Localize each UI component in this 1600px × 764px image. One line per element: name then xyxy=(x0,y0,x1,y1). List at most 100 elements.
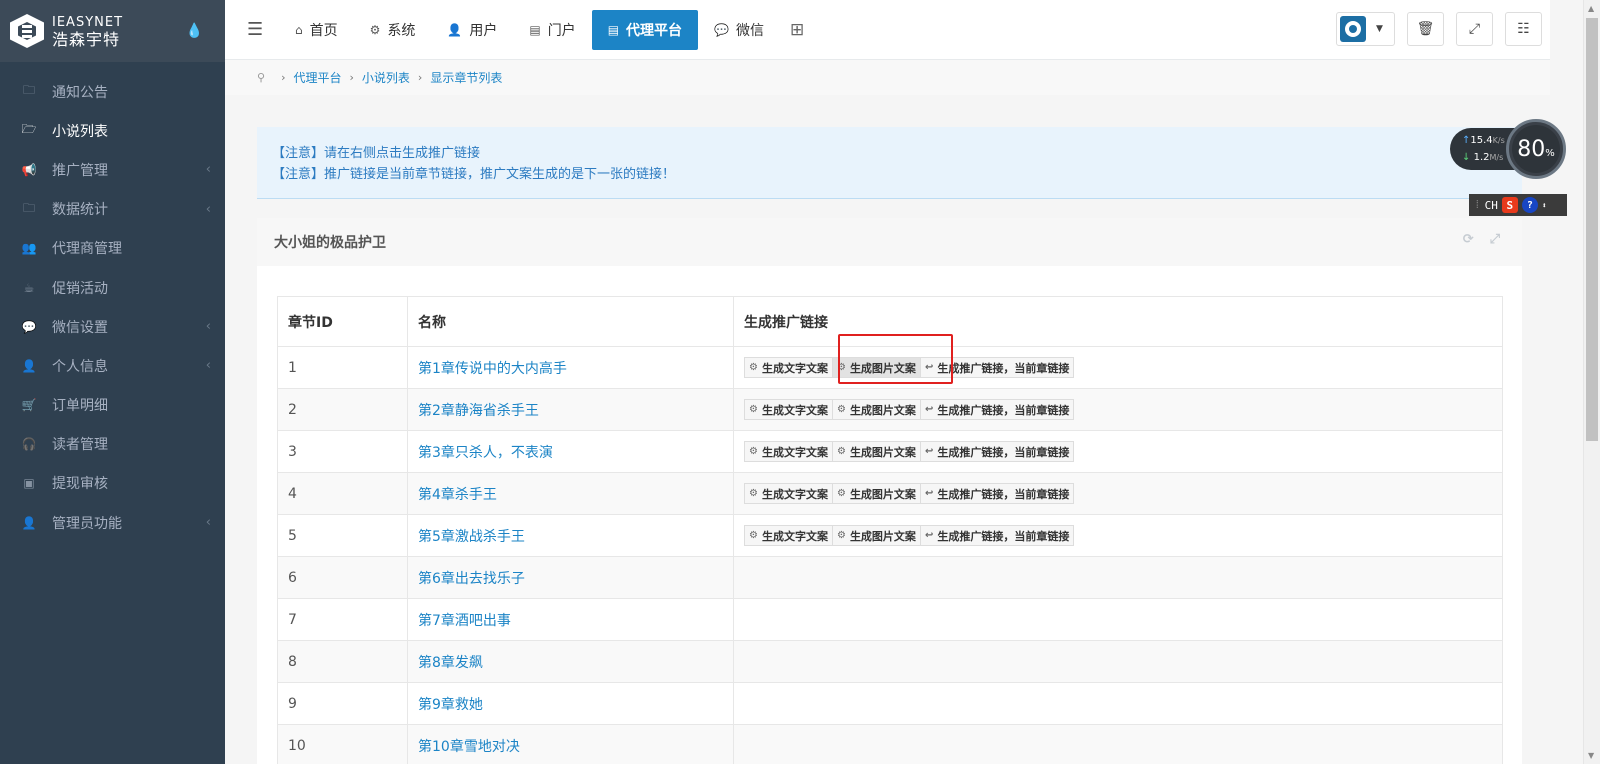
generate-promo-link-button[interactable]: ↩ 生成推广链接，当前章链接 xyxy=(919,525,1075,546)
expand-icon: ⤢ xyxy=(1468,21,1481,37)
chapter-name-link[interactable]: 第8章发飙 xyxy=(418,655,483,671)
tab-0[interactable]: ⌂ 首页 xyxy=(279,10,354,50)
tab-label: 代理平台 xyxy=(626,22,683,39)
folder-icon: 🗀 xyxy=(22,200,35,215)
clear-cache-button[interactable]: 🗑 xyxy=(1407,12,1444,46)
sidebar-item-4[interactable]: 👥 代理商管理 xyxy=(0,229,225,268)
sidebar-item-8[interactable]: 🛒 订单明细 xyxy=(0,386,225,425)
sidebar-item-6[interactable]: 💬 微信设置 ‹ xyxy=(0,307,225,346)
avatar xyxy=(1340,16,1366,42)
chapter-id: 7 xyxy=(277,598,408,641)
generate-promo-link-button[interactable]: ↩ 生成推广链接，当前章链接 xyxy=(919,483,1075,504)
cogs-icon: ⚙ xyxy=(836,488,846,499)
chapter-name-link[interactable]: 第1章传说中的大内高手 xyxy=(418,361,567,377)
sidebar-item-7[interactable]: 👤 个人信息 ‹ xyxy=(0,346,225,385)
sidebar-item-3[interactable]: 🗀 数据统计 ‹ xyxy=(0,190,225,229)
generate-text-copy-button[interactable]: ⚙ 生成文字文案 xyxy=(744,525,833,546)
sidebar-item-0[interactable]: 🗀 通知公告 xyxy=(0,72,225,111)
ime-arrows-icon[interactable]: ⬍ xyxy=(1542,201,1547,210)
generate-image-copy-button[interactable]: ⚙ 生成图片文案 xyxy=(831,441,921,462)
chapter-name-link[interactable]: 第7章酒吧出事 xyxy=(418,613,511,629)
sidebar-nav: 🗀 通知公告 🗁 小说列表 📢 推广管理 ‹ 🗀 数据统计 ‹ 👥 代理商管理 ☕ 促销活动 💬 微信设置 ‹ 👤… xyxy=(0,62,225,542)
gauge-percent-unit: % xyxy=(1545,147,1555,159)
upload-speed: 15.4 xyxy=(1470,135,1493,146)
table-row: 1 第1章传说中的大内高手 ⚙ 生成文字文案 ⚙ 生成图片文案 ↩ 生成推广链接，当前章链接 xyxy=(277,346,1503,389)
chapter-name-link[interactable]: 第10章雪地对决 xyxy=(418,739,520,755)
chapter-name-link[interactable]: 第6章出去找乐子 xyxy=(418,571,525,587)
generate-promo-link-button[interactable]: ↩ 生成推广链接，当前章链接 xyxy=(919,441,1075,462)
chapter-name-link[interactable]: 第2章静海省杀手王 xyxy=(418,403,539,419)
cart-icon: 🛒 xyxy=(21,398,37,413)
sidebar-item-11[interactable]: 👤 管理员功能 ‹ xyxy=(0,503,225,542)
generate-promo-link-button[interactable]: ↩ 生成推广链接，当前章链接 xyxy=(919,399,1075,420)
users-icon: 👥 xyxy=(21,241,37,256)
refresh-icon[interactable]: ⟳ xyxy=(1463,232,1474,247)
scroll-thumb[interactable] xyxy=(1586,18,1598,441)
breadcrumb-item-1[interactable]: 小说列表 xyxy=(362,69,410,86)
generate-text-copy-button[interactable]: ⚙ 生成文字文案 xyxy=(744,399,833,420)
cogs-icon: ⚙ xyxy=(749,404,758,415)
sidebar-item-10[interactable]: ▣ 提现审核 xyxy=(0,464,225,503)
tab-4[interactable]: ▤ 代理平台 xyxy=(591,9,699,50)
settings-panel-button[interactable]: ☷ xyxy=(1505,12,1542,46)
headphones-icon: 🎧 xyxy=(21,437,37,452)
chapter-name-link[interactable]: 第9章救她 xyxy=(418,697,483,713)
sogou-icon[interactable]: S xyxy=(1501,197,1518,213)
chapter-name-link[interactable]: 第3章只杀人，不表演 xyxy=(418,445,553,461)
chapter-table: 章节ID 名称 生成推广链接 1 第1章传说中的大内高手 ⚙ 生成文字文案 ⚙ 生成图片文… xyxy=(277,296,1503,764)
generate-promo-link-button[interactable]: ↩ 生成推广链接，当前章链接 xyxy=(919,357,1075,378)
scroll-down-icon[interactable]: ▼ xyxy=(1588,751,1594,760)
help-icon[interactable]: ? xyxy=(1521,197,1538,213)
chapter-id: 1 xyxy=(277,346,408,389)
sidebar-item-5[interactable]: ☕ 促销活动 xyxy=(0,268,225,307)
user-icon: 👤 xyxy=(21,358,37,373)
generate-text-copy-button[interactable]: ⚙ 生成文字文案 xyxy=(744,483,833,504)
theme-drop-icon[interactable]: 💧 xyxy=(186,23,203,39)
ime-lang[interactable]: CH xyxy=(1485,199,1498,212)
logo[interactable]: IEASYNET 浩森宇特 💧 xyxy=(0,0,225,62)
scroll-up-icon[interactable]: ▲ xyxy=(1588,4,1594,13)
maximize-icon[interactable]: ⤢ xyxy=(1490,232,1500,247)
apps-grid-icon[interactable]: ⊞ xyxy=(780,10,814,50)
tab-1[interactable]: ⚙ 系统 xyxy=(354,10,432,50)
sidebar-item-1[interactable]: 🗁 小说列表 xyxy=(0,111,225,150)
generate-text-copy-button[interactable]: ⚙ 生成文字文案 xyxy=(744,441,833,462)
column-header-name: 名称 xyxy=(407,296,734,347)
alert-line-1: 【注意】请在右侧点击生成推广链接 xyxy=(272,146,481,161)
top-tabs: ⌂ 首页 ⚙ 系统 👤 用户 ▤ 门户 ▤ 代理平台 💬 微信 xyxy=(279,9,780,50)
ime-handle-icon: ⁞ xyxy=(1474,198,1481,211)
gear-icon: ⚙ xyxy=(369,22,381,37)
generate-text-copy-button[interactable]: ⚙ 生成文字文案 xyxy=(744,357,833,378)
sidebar-item-9[interactable]: 🎧 读者管理 xyxy=(0,425,225,464)
chapter-name-link[interactable]: 第5章激战杀手王 xyxy=(418,529,525,545)
tab-5[interactable]: 💬 微信 xyxy=(698,10,780,50)
tab-3[interactable]: ▤ 门户 xyxy=(513,10,591,50)
notice-alert: 【注意】请在右侧点击生成推广链接 【注意】推广链接是当前章节链接，推广文案生成的… xyxy=(257,127,1522,199)
chapter-name-link[interactable]: 第4章杀手王 xyxy=(418,487,497,503)
menu-toggle-icon[interactable]: ☰ xyxy=(247,19,279,40)
ime-toolbar[interactable]: ⁞ CH S ? ⬍ xyxy=(1469,194,1567,216)
chevron-left-icon: ‹ xyxy=(205,162,211,178)
sidebar-item-label: 个人信息 xyxy=(52,358,108,375)
breadcrumb-item-0[interactable]: 代理平台 xyxy=(293,69,341,86)
generate-image-copy-button[interactable]: ⚙ 生成图片文案 xyxy=(831,483,921,504)
breadcrumb-item-2[interactable]: 显示章节列表 xyxy=(430,69,502,86)
chapter-actions xyxy=(733,724,1503,764)
fullscreen-button[interactable]: ⤢ xyxy=(1456,12,1493,46)
cogs-icon: ⚙ xyxy=(836,530,846,541)
memory-gauge[interactable]: 80% xyxy=(1506,119,1566,179)
alert-line-2: 【注意】推广链接是当前章节链接，推广文案生成的是下一张的链接！ xyxy=(272,167,676,182)
page-scrollbar[interactable]: ▲ ▼ xyxy=(1583,0,1600,764)
sidebar-item-2[interactable]: 📢 推广管理 ‹ xyxy=(0,150,225,189)
chapter-actions xyxy=(733,682,1503,725)
download-arrow-icon: ↓ xyxy=(1462,152,1471,163)
generate-image-copy-button[interactable]: ⚙ 生成图片文案 xyxy=(831,357,921,378)
generate-image-copy-button[interactable]: ⚙ 生成图片文案 xyxy=(831,399,921,420)
column-header-id: 章节ID xyxy=(277,296,408,347)
generate-image-copy-button[interactable]: ⚙ 生成图片文案 xyxy=(831,525,921,546)
table-row: 6 第6章出去找乐子 xyxy=(277,556,1503,599)
table-row: 5 第5章激战杀手王 ⚙ 生成文字文案 ⚙ 生成图片文案 ↩ 生成推广链接，当前章链接 xyxy=(277,514,1503,557)
user-menu-button[interactable]: ▼ xyxy=(1336,12,1395,46)
gauge-percent: 80 xyxy=(1517,136,1546,162)
tab-2[interactable]: 👤 用户 xyxy=(431,10,513,50)
